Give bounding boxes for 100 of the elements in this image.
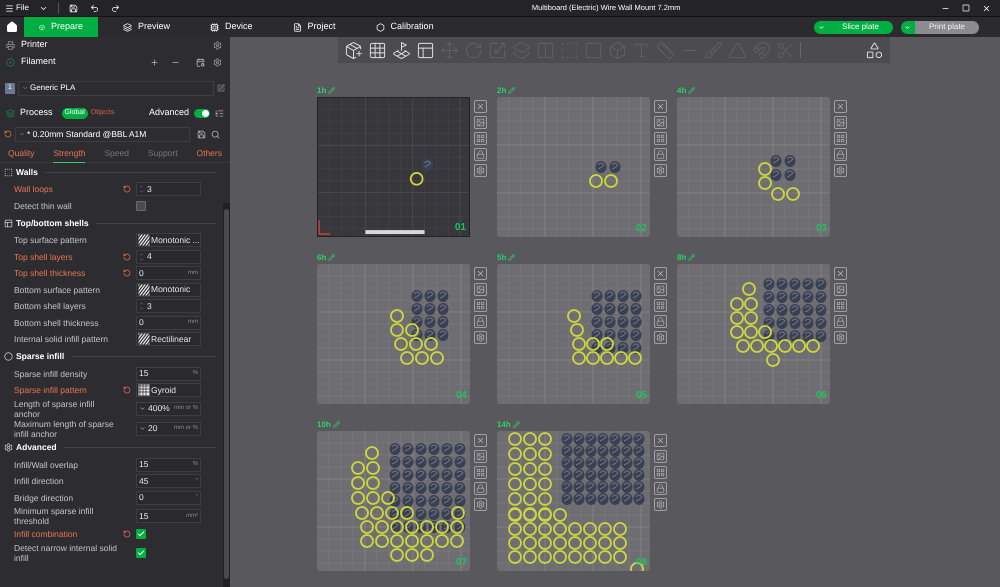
chip-icon	[210, 22, 220, 32]
reset-icon[interactable]	[123, 252, 131, 261]
menu-button[interactable]: File	[5, 2, 29, 14]
layout-icon[interactable]	[834, 299, 847, 312]
edit-icon[interactable]	[217, 84, 225, 92]
group-title: Walls	[16, 166, 38, 178]
spinner-icon[interactable]	[139, 301, 144, 312]
home-icon[interactable]	[6, 21, 18, 33]
image-icon[interactable]	[834, 283, 847, 296]
dropdown-button[interactable]	[814, 20, 828, 34]
plate-number: 04	[456, 389, 467, 403]
pencil-icon[interactable]	[688, 87, 696, 94]
layout-icon[interactable]	[474, 466, 487, 479]
pattern-dropdown[interactable]: Rectilinear	[136, 332, 201, 346]
setting-label: Top shell thickness	[14, 268, 86, 278]
maximize-icon[interactable]	[962, 4, 970, 12]
field-value: 15	[139, 458, 150, 472]
pencil-icon[interactable]	[688, 254, 696, 261]
image-icon[interactable]	[654, 116, 667, 129]
pencil-icon[interactable]	[508, 254, 516, 261]
build-plate[interactable]: 01	[317, 97, 470, 237]
setting-label: Sparse infill pattern	[14, 385, 88, 396]
lock-icon[interactable]	[834, 315, 847, 328]
spinner-icon[interactable]	[139, 184, 144, 194]
save-icon[interactable]	[197, 130, 206, 138]
settings-icon[interactable]	[213, 58, 222, 66]
settings-icon[interactable]	[474, 498, 487, 511]
layout-icon[interactable]	[654, 299, 667, 312]
pattern-dropdown[interactable]: Gyroid	[136, 383, 201, 398]
checkbox[interactable]	[136, 529, 146, 540]
advanced-switch[interactable]	[194, 108, 210, 118]
number-field[interactable]: 3	[136, 182, 201, 196]
settings-tab[interactable]: Quality	[8, 144, 34, 162]
setting-label: Infill combination	[14, 529, 78, 540]
lock-icon[interactable]	[834, 148, 847, 161]
pencil-icon[interactable]	[332, 421, 340, 428]
pattern-dropdown[interactable]: Monotonic ...	[136, 233, 201, 248]
settings-icon[interactable]	[654, 331, 667, 344]
image-icon[interactable]	[654, 450, 667, 463]
pencil-icon[interactable]	[512, 421, 520, 428]
list-icon[interactable]	[215, 108, 224, 118]
layout-icon[interactable]	[474, 132, 487, 145]
pencil-icon[interactable]	[328, 254, 336, 261]
settings-tab[interactable]: Strength	[53, 144, 86, 162]
add-icon[interactable]	[150, 58, 159, 66]
settings-icon[interactable]	[834, 164, 847, 177]
number-field[interactable]: 3	[136, 299, 201, 314]
checkbox[interactable]	[136, 200, 146, 211]
filament-dropdown[interactable]: Generic PLA	[18, 80, 214, 96]
toolbar-icon[interactable]	[865, 40, 884, 60]
settings-tab[interactable]: Others	[196, 144, 222, 162]
lock-icon[interactable]	[654, 482, 667, 495]
layers-icon	[123, 22, 132, 32]
setting-label: Internal solid infill pattern	[14, 334, 110, 344]
image-icon[interactable]	[474, 283, 487, 296]
preset-dropdown[interactable]: * 0.20mm Standard @BBL A1M	[15, 126, 190, 142]
pencil-icon[interactable]	[328, 87, 336, 94]
toolbar-icon[interactable]	[392, 40, 411, 60]
layout-icon[interactable]	[474, 299, 487, 312]
field-value: 3	[147, 182, 153, 196]
lock-icon[interactable]	[474, 482, 487, 495]
settings-icon[interactable]	[474, 164, 487, 177]
pattern-dropdown[interactable]: Monotonic	[136, 282, 201, 297]
scrollbar[interactable]	[223, 203, 230, 587]
undo-icon[interactable]	[90, 4, 99, 12]
layout-icon[interactable]	[654, 466, 667, 479]
settings-icon[interactable]	[654, 164, 667, 177]
settings-icon[interactable]	[213, 40, 222, 50]
layout-icon[interactable]	[834, 132, 847, 145]
search-icon[interactable]	[211, 130, 220, 138]
number-field[interactable]: 4	[136, 250, 201, 264]
checkbox[interactable]	[136, 548, 146, 558]
layout-icon[interactable]	[654, 132, 667, 145]
reset-icon[interactable]	[4, 130, 12, 138]
reset-icon[interactable]	[123, 185, 131, 194]
reset-icon[interactable]	[123, 269, 131, 278]
lock-icon[interactable]	[474, 315, 487, 328]
plate-number: 03	[816, 222, 827, 236]
settings-icon[interactable]	[834, 331, 847, 344]
settings-icon[interactable]	[474, 331, 487, 344]
redo-icon[interactable]	[110, 4, 120, 12]
tab[interactable]: Device	[195, 17, 268, 37]
reset-icon[interactable]	[123, 386, 131, 394]
reset-icon[interactable]	[123, 530, 131, 538]
section-title: Printer	[21, 38, 48, 52]
spinner-icon[interactable]	[139, 252, 144, 262]
lock-icon[interactable]	[654, 315, 667, 328]
image-icon[interactable]	[474, 450, 487, 463]
lock-icon[interactable]	[654, 148, 667, 161]
tab[interactable]: Project	[278, 17, 351, 37]
image-icon[interactable]	[654, 283, 667, 296]
image-icon[interactable]	[834, 116, 847, 129]
dropdown-button[interactable]	[900, 20, 915, 34]
field-value: 0	[139, 266, 145, 280]
tab[interactable]: Preview	[108, 17, 186, 37]
tab[interactable]: Calibration	[360, 17, 449, 37]
image-icon[interactable]	[474, 116, 487, 129]
settings-icon[interactable]	[654, 498, 667, 511]
pencil-icon[interactable]	[508, 87, 516, 94]
lock-icon[interactable]	[474, 148, 487, 161]
